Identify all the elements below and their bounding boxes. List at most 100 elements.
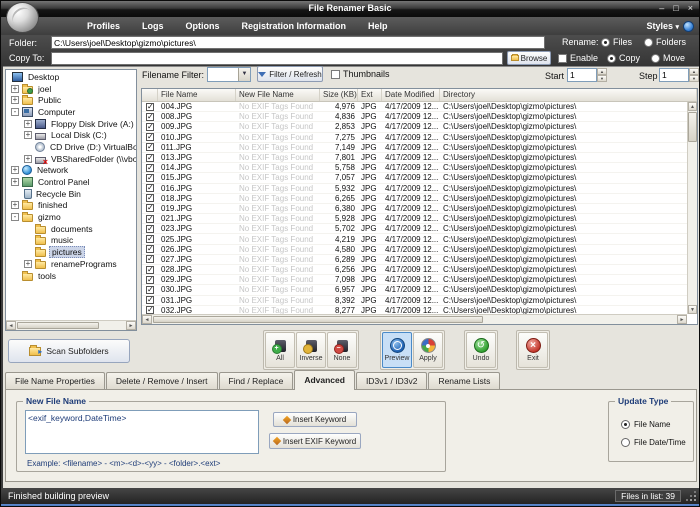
row-checkbox[interactable]	[146, 296, 154, 304]
table-row[interactable]: 023.JPGNo EXIF Tags Found5,702JPG4/17/20…	[142, 224, 687, 234]
insert-keyword-button[interactable]: Insert Keyword	[273, 412, 357, 427]
tree-item-gizmo[interactable]: -gizmo	[6, 211, 136, 223]
table-row[interactable]: 025.JPGNo EXIF Tags Found4,219JPG4/17/20…	[142, 234, 687, 244]
row-checkbox[interactable]	[146, 215, 154, 223]
table-row[interactable]: 013.JPGNo EXIF Tags Found7,801JPG4/17/20…	[142, 153, 687, 163]
row-checkbox[interactable]	[146, 164, 154, 172]
scroll-thumb[interactable]	[17, 322, 99, 329]
row-checkbox[interactable]	[146, 235, 154, 243]
tree-item-renameprograms[interactable]: +renamePrograms	[6, 258, 136, 270]
menu-item-logs[interactable]: Logs	[131, 17, 175, 35]
scroll-right-icon[interactable]: ►	[126, 321, 136, 330]
help-orb-icon[interactable]	[683, 21, 694, 32]
tree-item-floppy-disk-drive-a[interactable]: +Floppy Disk Drive (A:)	[6, 118, 136, 130]
all-button[interactable]: All	[265, 332, 295, 368]
scroll-left-icon[interactable]: ◄	[6, 321, 16, 330]
start-stepper[interactable]: ▲▼	[567, 68, 607, 82]
row-checkbox[interactable]	[146, 184, 154, 192]
enable-checkbox[interactable]: Enable	[558, 53, 598, 63]
tree-item-tools[interactable]: tools	[6, 270, 136, 282]
copyto-input[interactable]	[51, 52, 503, 65]
collapse-icon[interactable]: -	[11, 213, 19, 221]
table-row[interactable]: 027.JPGNo EXIF Tags Found6,289JPG4/17/20…	[142, 255, 687, 265]
scroll-right-icon[interactable]: ►	[677, 315, 687, 324]
column-header-ext[interactable]: Ext	[358, 89, 382, 101]
table-row[interactable]: 032.JPGNo EXIF Tags Found8,277JPG4/17/20…	[142, 306, 687, 314]
start-input[interactable]	[567, 68, 597, 82]
expand-icon[interactable]: +	[24, 120, 32, 128]
table-row[interactable]: 015.JPGNo EXIF Tags Found7,057JPG4/17/20…	[142, 173, 687, 183]
column-header-size-kb[interactable]: Size (KB)	[320, 89, 358, 101]
table-row[interactable]: 016.JPGNo EXIF Tags Found5,932JPG4/17/20…	[142, 184, 687, 194]
table-row[interactable]: 008.JPGNo EXIF Tags Found4,836JPG4/17/20…	[142, 112, 687, 122]
resize-grip[interactable]	[694, 499, 696, 501]
tree-item-local-disk-c[interactable]: +Local Disk (C:)	[6, 129, 136, 141]
none-button[interactable]: None	[327, 332, 357, 368]
tab-id3v1-id3v2[interactable]: ID3v1 / ID3v2	[356, 372, 428, 390]
row-checkbox[interactable]	[146, 306, 154, 314]
table-row[interactable]: 014.JPGNo EXIF Tags Found5,758JPG4/17/20…	[142, 163, 687, 173]
step-input[interactable]	[659, 68, 689, 82]
styles-menu[interactable]: Styles ▾	[646, 17, 679, 37]
tree-item-documents[interactable]: documents	[6, 223, 136, 235]
menu-item-help[interactable]: Help	[357, 17, 399, 35]
row-checkbox[interactable]	[146, 113, 154, 121]
menu-item-profiles[interactable]: Profiles	[76, 17, 131, 35]
insert-exif-keyword-button[interactable]: Insert EXIF Keyword	[269, 433, 361, 449]
row-checkbox[interactable]	[146, 245, 154, 253]
tree-item-computer[interactable]: -Computer	[6, 106, 136, 118]
scroll-down-icon[interactable]: ▼	[688, 305, 697, 314]
tree-item-public[interactable]: +Public	[6, 94, 136, 106]
table-row[interactable]: 031.JPGNo EXIF Tags Found8,392JPG4/17/20…	[142, 296, 687, 306]
step-stepper[interactable]: ▲▼	[659, 68, 699, 82]
column-header-file-name[interactable]: File Name	[158, 89, 236, 101]
expand-icon[interactable]: +	[24, 155, 32, 163]
scroll-thumb[interactable]	[688, 112, 697, 142]
tree-item-recycle-bin[interactable]: Recycle Bin	[6, 188, 136, 200]
undo-button[interactable]: Undo	[466, 332, 496, 368]
dropdown-arrow-icon[interactable]: ▼	[238, 68, 250, 81]
row-checkbox[interactable]	[146, 266, 154, 274]
tree-item-music[interactable]: music	[6, 235, 136, 247]
row-checkbox[interactable]	[146, 143, 154, 151]
expand-icon[interactable]: +	[11, 85, 19, 93]
table-row[interactable]: 021.JPGNo EXIF Tags Found5,928JPG4/17/20…	[142, 214, 687, 224]
table-row[interactable]: 004.JPGNo EXIF Tags Found4,976JPG4/17/20…	[142, 102, 687, 112]
table-row[interactable]: 019.JPGNo EXIF Tags Found6,380JPG4/17/20…	[142, 204, 687, 214]
preview-button[interactable]: Preview	[382, 332, 412, 368]
table-row[interactable]: 026.JPGNo EXIF Tags Found4,580JPG4/17/20…	[142, 245, 687, 255]
scroll-left-icon[interactable]: ◄	[142, 315, 152, 324]
tab-rename-lists[interactable]: Rename Lists	[428, 372, 500, 390]
row-checkbox[interactable]	[146, 194, 154, 202]
tree-horizontal-scrollbar[interactable]: ◄ ►	[6, 320, 136, 330]
table-vertical-scrollbar[interactable]: ▲ ▼	[687, 102, 697, 314]
table-row[interactable]: 028.JPGNo EXIF Tags Found6,256JPG4/17/20…	[142, 265, 687, 275]
close-button[interactable]: ×	[688, 2, 693, 14]
move-radio[interactable]: Move	[651, 53, 685, 63]
row-checkbox[interactable]	[146, 133, 154, 141]
update-file-datetime-radio[interactable]: File Date/Time	[621, 438, 686, 447]
table-row[interactable]: 010.JPGNo EXIF Tags Found7,275JPG4/17/20…	[142, 133, 687, 143]
tree-item-joel[interactable]: +joel	[6, 83, 136, 95]
tree-item-cd-drive-d-virtualbox-guest[interactable]: CD Drive (D:) VirtualBox Guest	[6, 141, 136, 153]
tree-item-network[interactable]: +Network	[6, 165, 136, 177]
table-row[interactable]: 018.JPGNo EXIF Tags Found6,265JPG4/17/20…	[142, 194, 687, 204]
menu-item-registration-information[interactable]: Registration Information	[231, 17, 358, 35]
collapse-icon[interactable]: -	[11, 108, 19, 116]
copy-radio[interactable]: Copy	[607, 53, 640, 63]
thumbnails-checkbox[interactable]: Thumbnails	[331, 69, 390, 79]
minimize-button[interactable]: –	[659, 2, 664, 14]
row-checkbox[interactable]	[146, 103, 154, 111]
table-horizontal-scrollbar[interactable]: ◄ ►	[142, 314, 687, 324]
row-checkbox[interactable]	[146, 255, 154, 263]
scroll-thumb[interactable]	[153, 316, 483, 323]
expand-icon[interactable]: +	[24, 260, 32, 268]
tree-item-control-panel[interactable]: +Control Panel	[6, 176, 136, 188]
filename-filter-dropdown[interactable]: ▼	[207, 67, 251, 82]
row-checkbox[interactable]	[146, 276, 154, 284]
tree-item-vbsharedfolder-vboxsvr-z[interactable]: +VBSharedFolder (\\vboxsvr) (Z	[6, 153, 136, 165]
column-header-new-file-name[interactable]: New File Name	[236, 89, 320, 101]
update-file-name-radio[interactable]: File Name	[621, 420, 670, 429]
expand-icon[interactable]: +	[11, 178, 19, 186]
tab-find-replace[interactable]: Find / Replace	[219, 372, 294, 390]
